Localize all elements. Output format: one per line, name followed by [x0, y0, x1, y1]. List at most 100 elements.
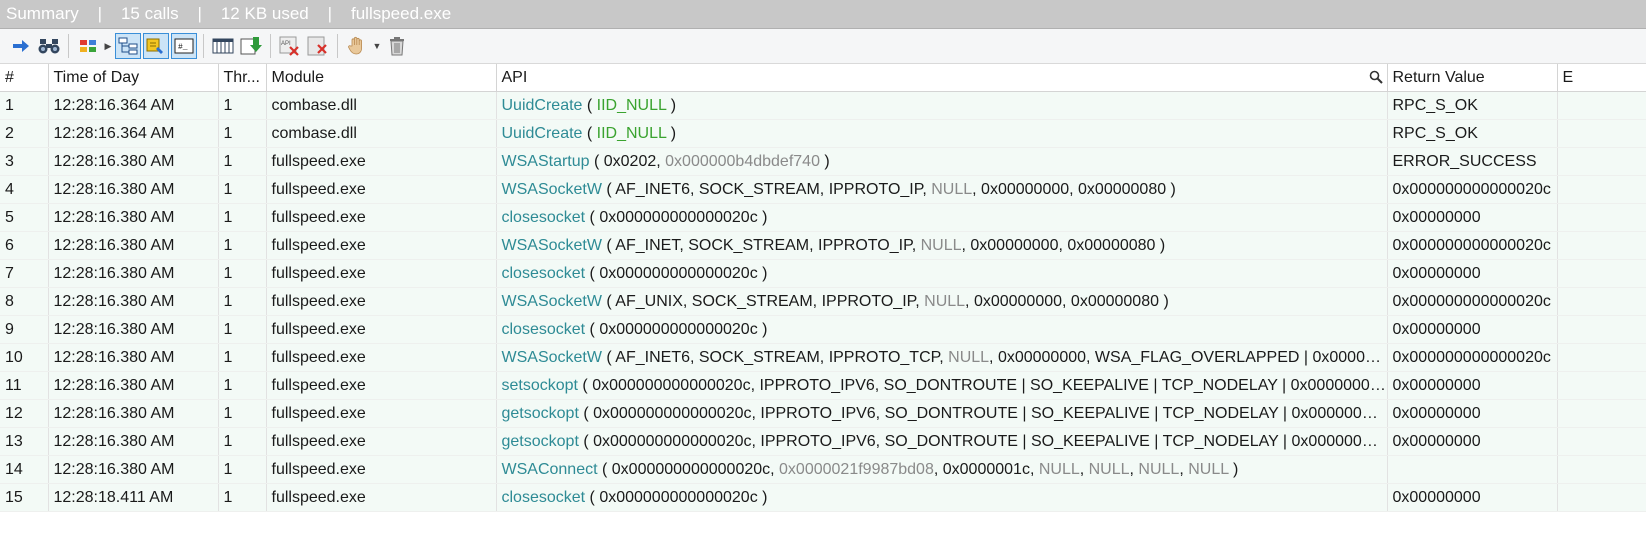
- chevron-right-icon[interactable]: ▶: [103, 41, 113, 52]
- thread-cell: 1: [218, 175, 267, 204]
- time-cell: 12:28:18.411 AM: [48, 483, 219, 512]
- columns-icon[interactable]: [210, 33, 236, 59]
- table-row[interactable]: 10 12:28:16.380 AM 1 fullspeed.exe WSASocket…: [0, 343, 1646, 372]
- api-function-name: UuidCreate: [501, 96, 583, 114]
- row-number-cell: 14: [0, 455, 49, 484]
- column-header-time[interactable]: Time of Day: [48, 64, 219, 92]
- table-row[interactable]: 5 12:28:16.380 AM 1 fullspeed.exe closesocke…: [0, 203, 1646, 232]
- thread-cell: 1: [218, 287, 267, 316]
- column-header-extra[interactable]: E: [1557, 64, 1646, 92]
- time-cell: 12:28:16.364 AM: [48, 91, 219, 120]
- column-header-number[interactable]: #: [0, 64, 49, 92]
- extra-cell: [1557, 483, 1646, 512]
- module-cell: fullspeed.exe: [266, 287, 497, 316]
- thread-cell: 1: [218, 259, 267, 288]
- tree-view-icon[interactable]: [115, 33, 141, 59]
- time-cell: 12:28:16.380 AM: [48, 427, 219, 456]
- api-cell: closesocket ( 0x000000000000020c ): [496, 259, 1388, 288]
- extra-cell: [1557, 343, 1646, 372]
- extra-cell: [1557, 287, 1646, 316]
- hand-icon[interactable]: [344, 33, 370, 59]
- extra-cell: [1557, 427, 1646, 456]
- search-icon[interactable]: [1369, 70, 1383, 89]
- color-grid-icon[interactable]: [75, 33, 101, 59]
- api-argument-text: IID_NULL: [596, 124, 667, 142]
- table-row[interactable]: 15 12:28:18.411 AM 1 fullspeed.exe closesock…: [0, 483, 1646, 512]
- download-icon[interactable]: [238, 33, 264, 59]
- api-argument-text: 0x0000021f9987bd08: [779, 460, 934, 478]
- time-cell: 12:28:16.380 AM: [48, 259, 219, 288]
- api-argument-text: , 0x00000000, 0x00000080 ): [972, 180, 1176, 198]
- api-argument-text: ): [1228, 460, 1239, 478]
- api-argument-text: NULL: [924, 292, 966, 310]
- table-row[interactable]: 7 12:28:16.380 AM 1 fullspeed.exe closesocke…: [0, 259, 1646, 288]
- extra-cell: [1557, 399, 1646, 428]
- api-function-name: closesocket: [501, 208, 586, 226]
- api-argument-text: ( 0x000000000000020c ): [585, 320, 768, 338]
- api-argument-text: NULL: [931, 180, 973, 198]
- row-number-cell: 8: [0, 287, 49, 316]
- time-cell: 12:28:16.380 AM: [48, 287, 219, 316]
- table-row[interactable]: 13 12:28:16.380 AM 1 fullspeed.exe getsockop…: [0, 427, 1646, 456]
- time-cell: 12:28:16.380 AM: [48, 147, 219, 176]
- binoculars-icon[interactable]: [36, 33, 62, 59]
- api-argument-text: 0x000000b4dbdef740: [665, 152, 820, 170]
- api-argument-text: ( 0x0202,: [589, 152, 666, 170]
- api-function-name: closesocket: [501, 264, 586, 282]
- module-cell: combase.dll: [266, 119, 497, 148]
- api-cell: closesocket ( 0x000000000000020c ): [496, 203, 1388, 232]
- module-cell: fullspeed.exe: [266, 399, 497, 428]
- api-function-name: WSASocketW: [501, 292, 602, 310]
- column-header-module[interactable]: Module: [266, 64, 497, 92]
- summary-process: fullspeed.exe: [350, 4, 452, 23]
- api-argument-text: ): [666, 124, 677, 142]
- trash-icon[interactable]: [384, 33, 410, 59]
- toolbar-divider: [337, 34, 338, 58]
- table-row[interactable]: 11 12:28:16.380 AM 1 fullspeed.exe setsockop…: [0, 371, 1646, 400]
- table-row[interactable]: 4 12:28:16.380 AM 1 fullspeed.exe WSASocketW…: [0, 175, 1646, 204]
- row-number-cell: 10: [0, 343, 49, 372]
- api-argument-text: (: [582, 96, 597, 114]
- column-header-thread[interactable]: Thr...: [218, 64, 267, 92]
- return-value-cell: 0x00000000: [1387, 259, 1558, 288]
- extra-cell: [1557, 259, 1646, 288]
- api-filter-icon[interactable]: API: [277, 33, 303, 59]
- table-row[interactable]: 2 12:28:16.364 AM 1 combase.dll UuidCreate (…: [0, 119, 1646, 148]
- module-cell: fullspeed.exe: [266, 483, 497, 512]
- api-argument-text: ( 0x000000000000020c ): [585, 208, 768, 226]
- table-row[interactable]: 9 12:28:16.380 AM 1 fullspeed.exe closesocke…: [0, 315, 1646, 344]
- row-number-cell: 15: [0, 483, 49, 512]
- table-row[interactable]: 1 12:28:16.364 AM 1 combase.dll UuidCreate (…: [0, 91, 1646, 120]
- row-number-cell: 4: [0, 175, 49, 204]
- table-row[interactable]: 14 12:28:16.380 AM 1 fullspeed.exe WSAConnec…: [0, 455, 1646, 484]
- api-function-name: closesocket: [501, 488, 586, 506]
- console-icon[interactable]: #_: [171, 33, 197, 59]
- highlight-icon[interactable]: [143, 33, 169, 59]
- time-cell: 12:28:16.380 AM: [48, 315, 219, 344]
- api-call-table: # Time of Day Thr... Module API Return V…: [0, 64, 1646, 512]
- thread-cell: 1: [218, 119, 267, 148]
- time-cell: 12:28:16.380 AM: [48, 399, 219, 428]
- return-value-cell: RPC_S_OK: [1387, 119, 1558, 148]
- api-function-name: WSAConnect: [501, 460, 598, 478]
- clear-icon[interactable]: [305, 33, 331, 59]
- module-cell: fullspeed.exe: [266, 427, 497, 456]
- table-row[interactable]: 3 12:28:16.380 AM 1 fullspeed.exe WSAStartup…: [0, 147, 1646, 176]
- return-value-cell: [1387, 455, 1558, 484]
- row-number-cell: 3: [0, 147, 49, 176]
- table-row[interactable]: 6 12:28:16.380 AM 1 fullspeed.exe WSASocketW…: [0, 231, 1646, 260]
- table-row[interactable]: 12 12:28:16.380 AM 1 fullspeed.exe getsockop…: [0, 399, 1646, 428]
- chevron-down-icon[interactable]: ▼: [372, 41, 382, 51]
- table-row[interactable]: 8 12:28:16.380 AM 1 fullspeed.exe WSASocketW…: [0, 287, 1646, 316]
- api-argument-text: ): [666, 96, 677, 114]
- api-cell: closesocket ( 0x000000000000020c ): [496, 483, 1388, 512]
- column-header-return-value[interactable]: Return Value: [1387, 64, 1558, 92]
- time-cell: 12:28:16.380 AM: [48, 231, 219, 260]
- summary-calls: 15 calls: [120, 4, 179, 23]
- column-header-api[interactable]: API: [496, 64, 1388, 92]
- arrow-right-icon[interactable]: [8, 33, 34, 59]
- extra-cell: [1557, 315, 1646, 344]
- time-cell: 12:28:16.380 AM: [48, 175, 219, 204]
- api-argument-text: IID_NULL: [596, 96, 667, 114]
- api-argument-text: , 0x00000000, 0x00000080 ): [965, 292, 1169, 310]
